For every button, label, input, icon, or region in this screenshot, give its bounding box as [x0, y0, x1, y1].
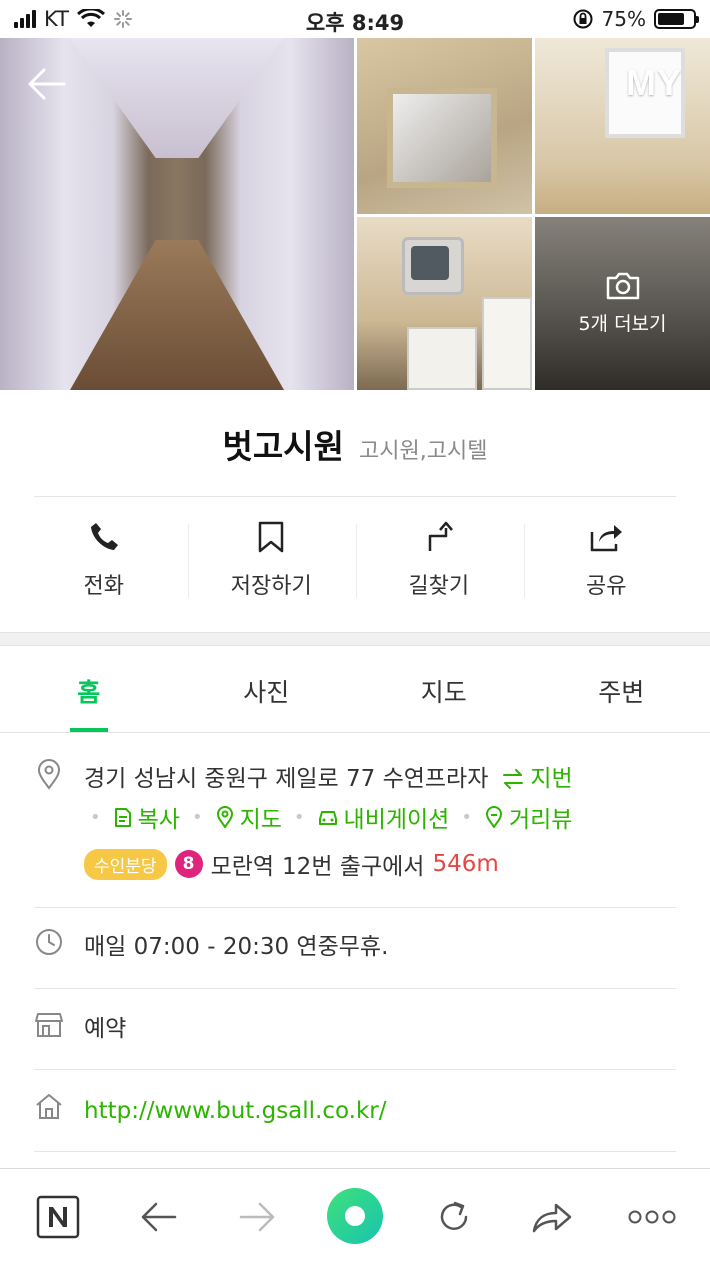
- status-bar: KT 오후 8:49 75%: [0, 0, 710, 38]
- photo-thumb-2[interactable]: [535, 38, 710, 214]
- hours-row[interactable]: 매일 07:00 - 20:30 연중무휴.: [34, 926, 676, 968]
- reservation-text: 예약: [84, 1016, 127, 1042]
- bullet: •: [191, 806, 203, 828]
- map-label: 지도: [239, 807, 282, 833]
- tab-bar: 홈 사진 지도 주변: [0, 647, 710, 733]
- clock-icon: [36, 929, 62, 955]
- directions-icon: [428, 521, 453, 551]
- copy-link[interactable]: 복사: [113, 800, 180, 834]
- home-icon: [36, 1094, 62, 1119]
- share-label: 공유: [586, 574, 627, 599]
- browser-back-button[interactable]: [134, 1193, 182, 1241]
- back-button[interactable]: [24, 64, 68, 104]
- directions-label: 길찾기: [408, 574, 470, 599]
- photo-gallery: 5개 더보기 MY: [0, 38, 710, 390]
- more-dots-icon: [628, 1210, 676, 1224]
- green-dot-icon: [327, 1188, 383, 1244]
- bullet: •: [90, 806, 101, 828]
- action-bar: 전화 저장하기 길찾기 공유: [0, 520, 710, 610]
- action-separator: [356, 524, 357, 598]
- back-arrow-icon: [28, 68, 66, 100]
- tab-photos[interactable]: 사진: [178, 647, 356, 732]
- browser-toolbar: [0, 1168, 710, 1263]
- store-icon: [35, 1013, 63, 1037]
- my-button[interactable]: MY: [626, 62, 682, 104]
- share-icon: [591, 525, 623, 552]
- save-button[interactable]: 저장하기: [196, 520, 346, 610]
- rotation-lock-icon: [573, 9, 593, 29]
- bullet: •: [293, 806, 305, 828]
- browser-share-button[interactable]: [528, 1193, 576, 1241]
- station-exit: 12번 출구에서: [282, 854, 425, 880]
- streetview-icon: [485, 806, 502, 828]
- address-links: • 복사 • 지도 • 내비게이션 • 거리뷰: [84, 800, 572, 834]
- subway-line-badge: 수인분당: [84, 848, 167, 880]
- bullet: •: [461, 806, 472, 828]
- divider: [34, 907, 676, 908]
- place-title: 벗고시원 고시원,고시텔: [0, 420, 710, 468]
- divider: [34, 1069, 676, 1070]
- map-link[interactable]: 지도: [215, 800, 282, 834]
- website-row: http://www.but.gsall.co.kr/: [34, 1090, 676, 1132]
- tab-map[interactable]: 지도: [355, 647, 533, 732]
- station-distance: 546m: [432, 851, 499, 877]
- hours-text: 매일 07:00 - 20:30 연중무휴.: [84, 934, 389, 960]
- subway-info: 수인분당 8 모란역 12번 출구에서 546m: [84, 847, 499, 881]
- share-button[interactable]: 공유: [531, 520, 681, 610]
- divider: [34, 988, 676, 989]
- save-label: 저장하기: [230, 574, 312, 599]
- photo-thumb-1[interactable]: [357, 38, 532, 214]
- navigation-label: 내비게이션: [343, 807, 450, 833]
- more-photos-label: 5개 더보기: [578, 313, 667, 335]
- call-label: 전화: [83, 574, 124, 599]
- subway-line-number: 8: [174, 850, 203, 878]
- car-icon: [318, 811, 337, 825]
- photo-thumb-3[interactable]: [357, 217, 532, 390]
- naver-n-icon: [36, 1195, 80, 1239]
- jibun-toggle[interactable]: 지번: [502, 758, 573, 800]
- call-button[interactable]: 전화: [29, 520, 179, 610]
- naver-home-button[interactable]: [34, 1193, 82, 1241]
- divider: [34, 496, 676, 497]
- battery-icon: [654, 9, 699, 29]
- share-arrow-icon: [532, 1203, 572, 1233]
- jibun-label: 지번: [530, 766, 573, 792]
- battery-percent: 75%: [601, 7, 646, 31]
- divider: [34, 1151, 676, 1152]
- tab-home[interactable]: 홈: [0, 647, 178, 732]
- website-link[interactable]: http://www.but.gsall.co.kr/: [84, 1090, 387, 1132]
- green-dot-button[interactable]: [326, 1187, 384, 1245]
- reload-icon: [440, 1201, 468, 1230]
- place-name: 벗고시원: [222, 427, 344, 466]
- location-pin-icon: [37, 759, 61, 790]
- battery-fill: [658, 13, 684, 25]
- action-separator: [188, 524, 189, 598]
- more-menu-button[interactable]: [626, 1193, 678, 1241]
- back-arrow-icon: [141, 1202, 177, 1232]
- camera-icon: [606, 272, 639, 300]
- browser-forward-button[interactable]: [234, 1193, 282, 1241]
- swap-icon: [503, 769, 524, 789]
- copy-label: 복사: [137, 807, 180, 833]
- copy-icon: [114, 808, 131, 827]
- bookmark-icon: [259, 521, 284, 553]
- tab-nearby[interactable]: 주변: [533, 647, 710, 732]
- phone-icon: [90, 523, 118, 550]
- map-pin-icon: [216, 806, 233, 828]
- status-right: 75%: [572, 7, 699, 31]
- reservation-row[interactable]: 예약: [34, 1008, 676, 1050]
- streetview-label: 거리뷰: [508, 807, 573, 833]
- navigation-link[interactable]: 내비게이션: [317, 800, 450, 834]
- streetview-link[interactable]: 거리뷰: [484, 800, 572, 834]
- action-separator: [524, 524, 525, 598]
- address-text: 경기 성남시 중원구 제일로 77 수연프라자: [84, 766, 489, 792]
- more-photos-button[interactable]: 5개 더보기: [535, 217, 710, 390]
- directions-button[interactable]: 길찾기: [364, 520, 514, 610]
- reload-button[interactable]: [430, 1193, 478, 1241]
- station-name: 모란역: [210, 854, 275, 880]
- place-category: 고시원,고시텔: [359, 439, 488, 464]
- address-row: 경기 성남시 중원구 제일로 77 수연프라자 지번: [34, 758, 676, 800]
- section-gap: [0, 632, 710, 646]
- forward-arrow-icon: [239, 1202, 275, 1232]
